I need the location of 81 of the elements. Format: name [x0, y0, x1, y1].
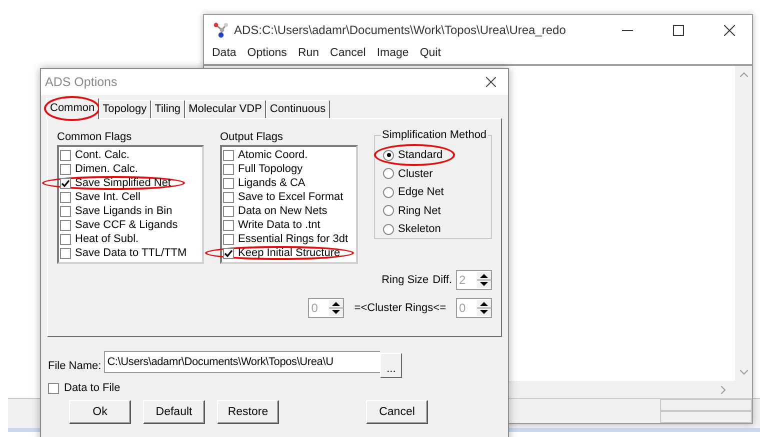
checkbox-label: Save Int. Cell — [75, 191, 140, 203]
close-icon — [724, 24, 734, 36]
checkbox-label: Data to File — [64, 382, 120, 394]
radio-button[interactable] — [383, 205, 394, 216]
menu-item[interactable]: Image — [372, 45, 416, 61]
checkbox[interactable] — [223, 248, 234, 258]
checkbox[interactable] — [60, 178, 71, 188]
checkbox[interactable] — [223, 150, 234, 160]
checkbox-label: Save Data to TTL/TTM — [75, 247, 187, 259]
dialog-button[interactable]: Cancel — [366, 400, 428, 424]
spin-arrows-icon[interactable] — [477, 272, 491, 288]
checkbox-label: Save to Excel Format — [238, 191, 344, 203]
checkbox-label: Save Simplified Net — [75, 177, 171, 189]
dialog-button[interactable]: Ok — [69, 400, 131, 424]
menu-item[interactable]: Data — [208, 45, 244, 61]
spin-arrows-icon[interactable] — [477, 300, 491, 316]
radio-label: Edge Net — [398, 186, 444, 198]
checkbox[interactable] — [223, 192, 234, 202]
menu-item[interactable]: Quit — [416, 45, 448, 61]
cluster-rings-label: =<Cluster Rings<= — [354, 302, 446, 314]
radio-button[interactable] — [383, 168, 394, 180]
checkbox-label: Write Data to .tnt — [238, 219, 320, 231]
dialog-button[interactable]: Restore — [217, 400, 279, 424]
dialog-button[interactable]: Default — [143, 400, 205, 424]
chevron-up-icon[interactable] — [740, 72, 748, 77]
menu-item[interactable]: Run — [294, 45, 326, 61]
checkbox-label: Essential Rings for 3dt — [238, 233, 348, 245]
checkbox-label: Cont. Calc. — [75, 149, 130, 161]
checkbox[interactable] — [60, 164, 71, 174]
radio-label: Standard — [398, 149, 443, 162]
checkbox-label: Save Ligands in Bin — [75, 205, 172, 217]
tab[interactable]: Tiling — [150, 100, 185, 118]
file-name-label: File Name: — [48, 360, 102, 372]
radio-button[interactable] — [383, 186, 394, 198]
checkbox[interactable] — [48, 382, 59, 394]
chevron-right-icon[interactable] — [721, 386, 726, 394]
diff-label: Diff. — [432, 274, 452, 286]
checkbox[interactable] — [60, 220, 71, 230]
checkbox-label: Full Topology — [238, 163, 303, 175]
tab[interactable]: Topology — [98, 100, 151, 118]
checkbox[interactable] — [60, 234, 71, 244]
molecule-icon — [213, 22, 229, 38]
checkbox[interactable] — [223, 234, 234, 244]
menu-item[interactable]: Options — [243, 45, 294, 61]
checkbox-label: Atomic Coord. — [238, 149, 308, 161]
vertical-scrollbar[interactable] — [735, 66, 752, 381]
chevron-down-icon[interactable] — [740, 370, 748, 375]
checkbox[interactable] — [223, 206, 234, 216]
window-title: ADS:C:\Users\adamr\Documents\Work\Topos\Urea\Urea_redo — [234, 23, 567, 37]
tab[interactable]: Common — [46, 98, 99, 119]
maximize-icon — [672, 24, 684, 36]
radio-button[interactable] — [383, 224, 394, 235]
group-label: Simplification Method — [381, 129, 488, 141]
dialog-title: ADS Options — [45, 75, 118, 89]
checkbox-label: Keep Initial Structure — [238, 247, 340, 259]
checkbox[interactable] — [223, 178, 234, 188]
checkbox[interactable] — [60, 150, 71, 160]
group-label: Common Flags — [57, 131, 133, 143]
group-label: Output Flags — [220, 131, 284, 143]
checkbox-label: Save CCF & Ligands — [75, 219, 178, 231]
spin-arrows-icon[interactable] — [329, 300, 344, 316]
checkbox-label: Heat of Subl. — [75, 233, 139, 245]
radio-label: Cluster — [398, 168, 433, 180]
menu-item[interactable]: Cancel — [326, 45, 373, 61]
close-icon[interactable] — [486, 77, 496, 87]
checkbox[interactable] — [60, 248, 71, 258]
file-name-field[interactable]: C:\Users\adamr\Documents\Work\Topos\Urea\U — [104, 351, 380, 373]
checkbox-label: Ligands & CA — [238, 177, 306, 189]
checkbox[interactable] — [60, 192, 71, 202]
radio-label: Skeleton — [398, 223, 441, 236]
tab[interactable]: Continuous — [266, 100, 330, 118]
radio-label: Ring Net — [398, 204, 441, 217]
checkbox-label: Dimen. Calc. — [75, 163, 138, 175]
ring-size-label: Ring Size — [382, 274, 429, 286]
checkbox[interactable] — [223, 164, 234, 174]
checkbox-label: Data on New Nets — [238, 205, 328, 217]
browse-button[interactable]: ... — [380, 353, 402, 378]
radio-button[interactable] — [383, 150, 394, 161]
checkbox[interactable] — [223, 220, 234, 230]
checkbox[interactable] — [60, 206, 71, 216]
tab[interactable]: Molecular VDP — [184, 100, 266, 118]
